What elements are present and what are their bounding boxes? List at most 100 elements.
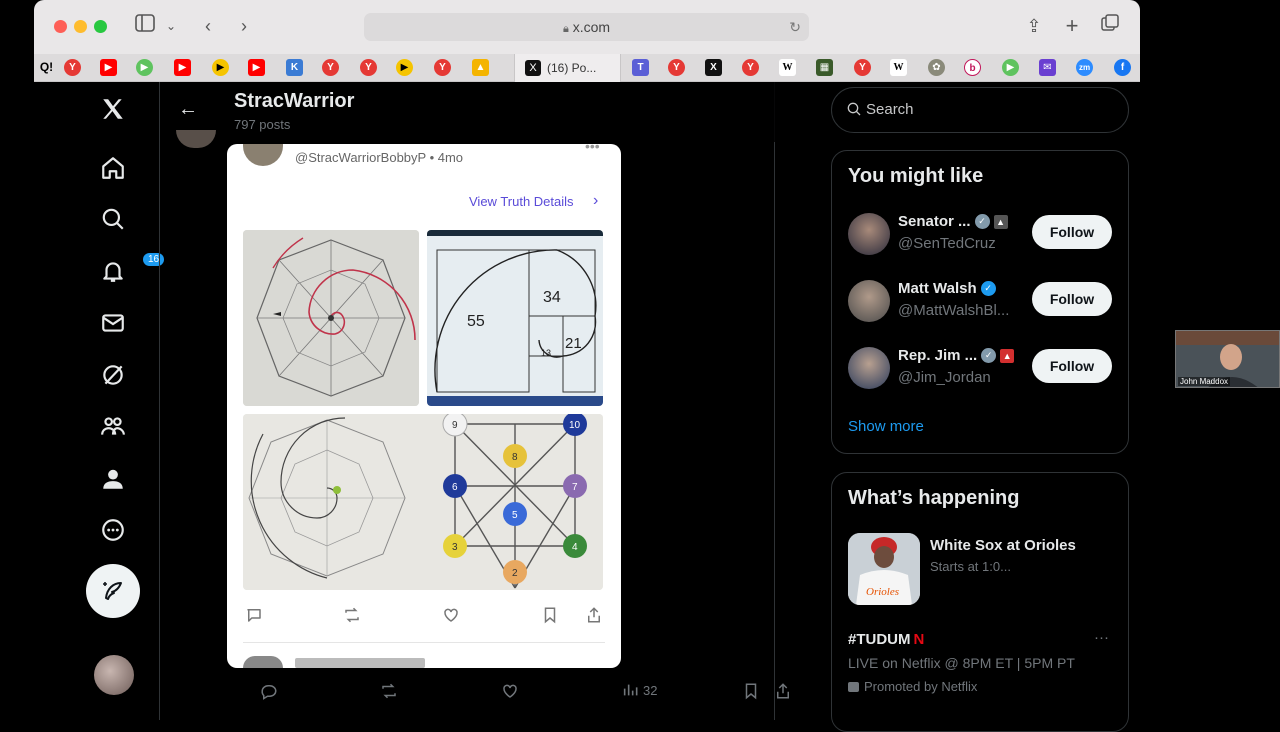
share-icon[interactable] [585,606,603,629]
favorite-t-icon[interactable]: T [632,59,649,76]
favorite-y-icon[interactable]: Y [854,59,871,76]
share-icon[interactable] [774,682,792,700]
tab-overview-icon[interactable] [1100,14,1120,38]
show-more-link[interactable]: Show more [848,418,924,435]
comment-icon[interactable] [245,606,263,629]
x-logo-icon[interactable] [98,94,128,124]
forward-icon[interactable]: › [234,14,254,38]
close-window-button[interactable] [54,20,67,33]
embed-image-fibonacci[interactable]: 55 34 21 13 [427,230,603,406]
play-yellow-icon[interactable]: ▶ [212,59,229,76]
favorite-y-icon[interactable]: Y [434,59,451,76]
post-author-avatar[interactable] [176,130,216,148]
image-icon[interactable]: ▲ [472,59,489,76]
reload-icon[interactable]: ↻ [789,13,801,41]
zoom-window-button[interactable] [94,20,107,33]
sidebar-toggle-icon[interactable] [134,14,156,38]
zoom-icon[interactable]: zm [1076,59,1093,76]
repost-icon[interactable] [380,682,398,700]
like-icon[interactable] [501,682,519,700]
reply-icon[interactable] [260,682,278,700]
search-icon[interactable] [98,204,128,234]
youtube-icon[interactable]: ▶ [100,59,117,76]
bell-icon[interactable] [98,256,128,286]
sephira-label: 9 [452,420,458,431]
map-icon[interactable]: ▦ [816,59,833,76]
youtube-icon[interactable]: ▶ [174,59,191,76]
favorite-q-icon[interactable]: Q! [38,59,55,76]
views-count: 32 [643,682,658,698]
active-tab[interactable]: X (16) Po... [514,54,621,82]
favorite-y-icon[interactable]: Y [64,59,81,76]
search-box[interactable] [831,87,1129,133]
trend-title[interactable]: White Sox at Orioles [930,537,1076,554]
avatar[interactable] [848,347,890,389]
bookmark-icon[interactable] [742,682,760,700]
whats-happening-panel: What’s happening Orioles White Sox at Or… [831,472,1129,732]
follow-button[interactable]: Follow [1032,282,1112,316]
favorite-y-icon[interactable]: Y [360,59,377,76]
favorite-k-icon[interactable]: K [286,59,303,76]
fib-label-21: 21 [565,335,582,352]
new-tab-icon[interactable]: + [1062,14,1082,38]
repost-icon[interactable] [343,606,361,629]
wikipedia-icon[interactable]: W [890,59,907,76]
x-logo-icon: X [525,60,541,76]
sephira-label: 5 [512,510,518,521]
follow-button[interactable]: Follow [1032,215,1112,249]
sephira-label: 7 [572,482,578,493]
account-avatar[interactable] [94,655,134,695]
more-icon[interactable] [98,515,128,545]
search-input[interactable] [866,101,1106,118]
suggestion-item[interactable]: Senator ... ✓ ▲ @SenTedCruz Follow [848,211,1114,257]
suggestion-name: Senator ... ✓ ▲ [898,213,1008,230]
chevron-right-icon[interactable]: › [593,192,598,210]
play-icon[interactable]: ▶ [136,59,153,76]
embed-divider [243,642,605,643]
back-arrow-icon[interactable]: ← [178,98,198,121]
profile-name: StracWarrior [234,90,355,112]
embedded-truth-card[interactable]: @StracWarriorBobbyP • 4mo ••• View Truth… [227,138,621,668]
fib-label-13: 13 [541,348,551,358]
favorite-b-icon[interactable]: b [964,59,981,76]
heart-icon[interactable] [442,606,460,629]
favorite-y-icon[interactable]: Y [668,59,685,76]
trend-more-icon[interactable]: ··· [1094,629,1109,646]
mail-icon[interactable] [98,308,128,338]
chevron-down-icon[interactable]: ⌄ [164,14,178,38]
profile-icon[interactable] [98,464,128,494]
mail-icon[interactable]: ✉ [1039,59,1056,76]
bookmark-icon[interactable] [541,606,559,629]
address-bar[interactable]: 🔒︎ x.com ↻ [364,13,809,41]
home-icon[interactable] [98,153,128,183]
favorite-y-icon[interactable]: Y [742,59,759,76]
compose-post-button[interactable] [86,564,140,618]
facebook-icon[interactable]: f [1114,59,1131,76]
share-icon[interactable]: ⇪ [1024,14,1044,38]
trend-thumbnail[interactable]: Orioles [848,533,920,605]
view-truth-details-link[interactable]: View Truth Details [469,194,574,209]
communities-icon[interactable] [98,411,128,441]
back-icon[interactable]: ‹ [198,14,218,38]
avatar[interactable] [848,213,890,255]
suggestion-item[interactable]: Rep. Jim ... ✓ ▲ @Jim_Jordan Follow [848,345,1114,391]
grok-icon[interactable] [98,360,128,390]
youtube-icon[interactable]: ▶ [248,59,265,76]
wikipedia-icon[interactable]: W [779,59,796,76]
embed-more-icon[interactable]: ••• [585,138,600,154]
x-logo-icon[interactable]: X [705,59,722,76]
minimize-window-button[interactable] [74,20,87,33]
suggestion-item[interactable]: Matt Walsh ✓ @MattWalshBl... Follow [848,278,1114,324]
embed-image-tree-of-life[interactable]: 9 10 8 6 7 5 3 4 2 [243,414,603,590]
embed-image-spiral-octagon[interactable] [243,230,419,406]
promoted-trend-title[interactable]: #TUDUM N [848,631,924,648]
favorite-gear-icon[interactable]: ✿ [928,59,945,76]
play-icon[interactable]: ▶ [1002,59,1019,76]
follow-button[interactable]: Follow [1032,349,1112,383]
suggestion-handle: @SenTedCruz [898,235,996,252]
embed-handle: @StracWarriorBobbyP • 4mo [295,150,464,165]
play-yellow-icon[interactable]: ▶ [396,59,413,76]
avatar[interactable] [848,280,890,322]
favorite-y-icon[interactable]: Y [322,59,339,76]
views-button[interactable]: 32 [622,682,657,698]
